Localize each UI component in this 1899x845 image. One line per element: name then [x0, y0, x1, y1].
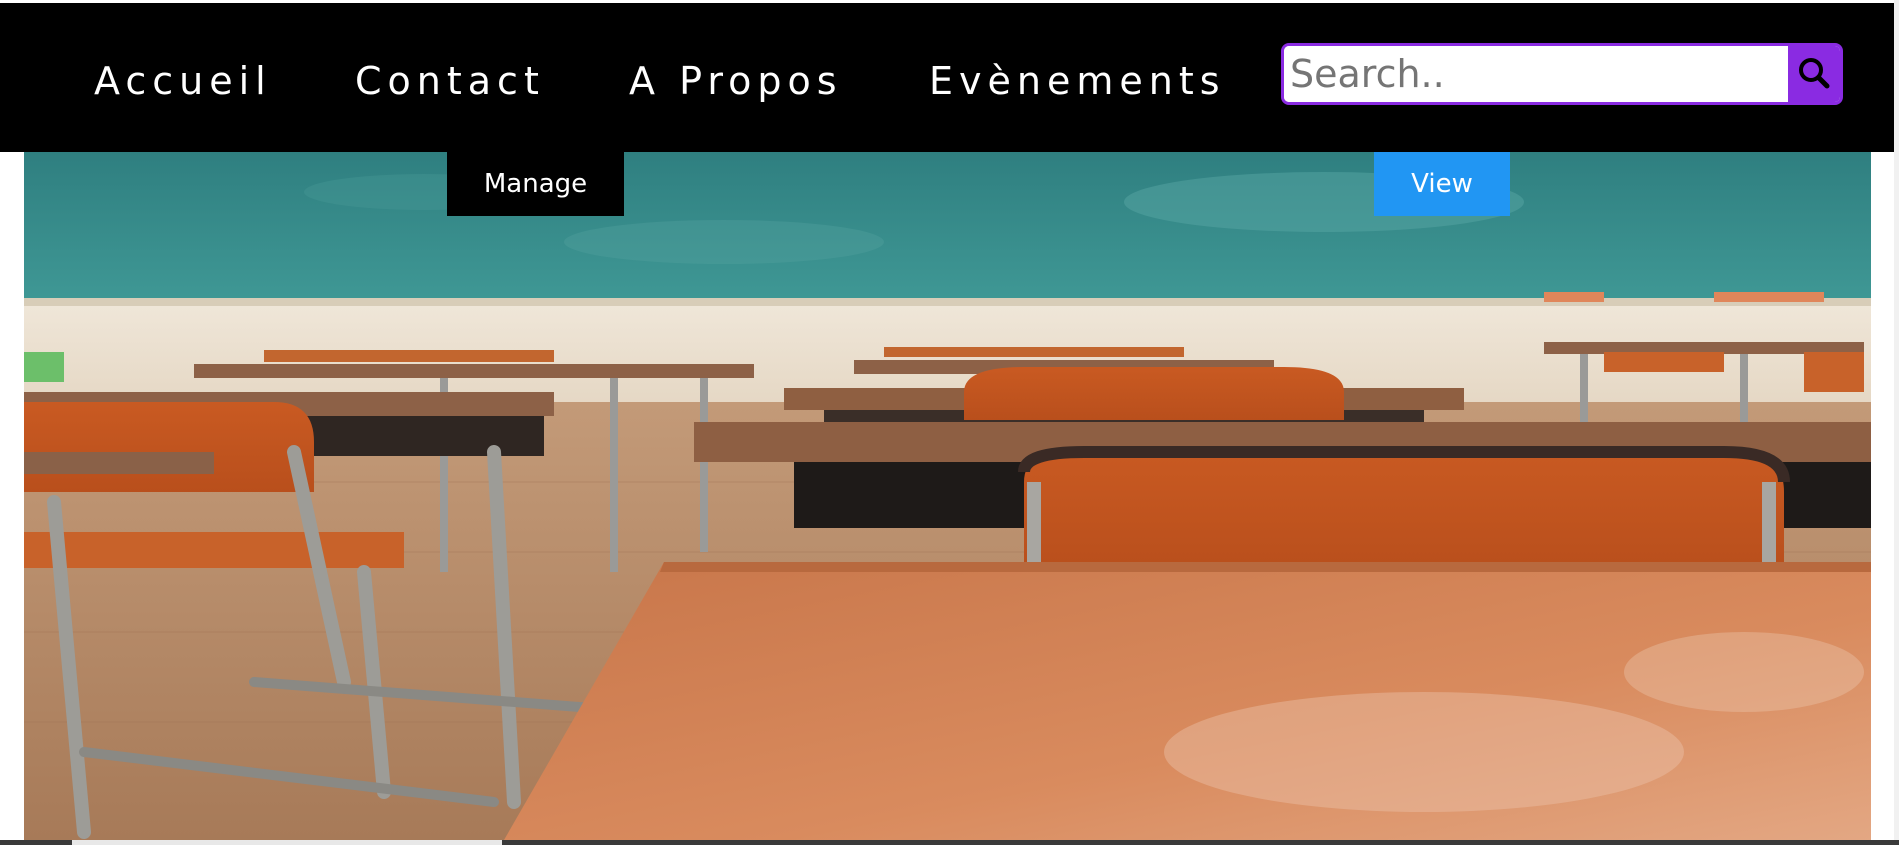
manage-button[interactable]: Manage: [447, 152, 624, 216]
bottom-strip: [0, 840, 1899, 845]
nav-link-contact[interactable]: Contact: [355, 58, 545, 104]
search-button[interactable]: [1788, 46, 1840, 102]
top-navigation-bar: Accueil Contact A Propos Evènements: [0, 0, 1894, 152]
hero-classroom-image: [24, 152, 1871, 840]
nav-link-a-propos[interactable]: A Propos: [629, 58, 843, 104]
search-input[interactable]: [1284, 46, 1789, 102]
nav-link-accueil[interactable]: Accueil: [94, 58, 272, 104]
page: Accueil Contact A Propos Evènements Mana…: [0, 0, 1899, 845]
view-button[interactable]: View: [1374, 152, 1510, 216]
bottom-strip-segment: [72, 840, 502, 845]
scrollbar-edge[interactable]: [1894, 0, 1899, 840]
search-box: [1281, 43, 1843, 105]
search-icon: [1797, 56, 1831, 93]
nav-link-evenements[interactable]: Evènements: [929, 58, 1226, 104]
